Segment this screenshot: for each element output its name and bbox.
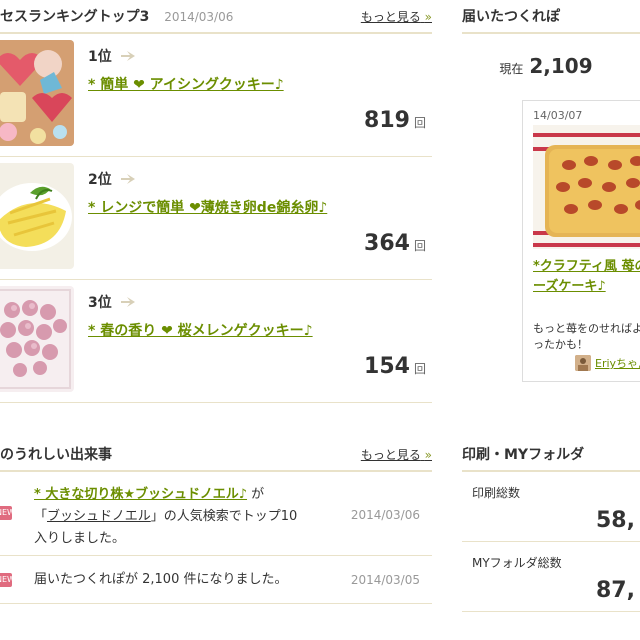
access-count-value-1: 819	[364, 108, 410, 133]
event-item-2: NEW 届いたつくれぽが 2,100 件になりました。 2014/03/05	[0, 556, 432, 604]
cookie-photo-thumbnail[interactable]	[0, 40, 74, 146]
event-text-rest: 」の人気検索でトップ10	[150, 509, 298, 524]
print-folder-title: 印刷・MYフォルダ	[462, 447, 585, 463]
access-count-value-3: 154	[364, 354, 410, 379]
tsukurepo-recipe-link[interactable]: *クラフティ風 苺のチーズケーキ♪	[533, 257, 640, 297]
event-item-1: NEW * 大きな切り株★ブッシュドノエル♪ が 「ブッシュドノエル」の人気検索…	[0, 472, 432, 556]
ranking-title: セスランキングトップ3 2014/03/06	[0, 6, 233, 26]
tsukurepo-header: 届いたつくれぽ	[462, 0, 640, 34]
pointing-hand-icon	[120, 297, 135, 307]
event-text-line3: 入りしました。	[34, 531, 126, 546]
tsukurepo-card[interactable]: 14/03/07 *クラフティ風 苺のチーズケーキ♪ もっと苺をのせればよかった…	[522, 100, 640, 382]
happy-events-section: のうれしい出来事 もっと見る » NEW * 大きな切り株★ブッシュドノエル♪ …	[0, 438, 432, 604]
rank-label-3: 3位	[88, 292, 136, 312]
event-quote-open: 「	[34, 509, 48, 524]
event-keyword-link[interactable]: ブッシュドノエル	[47, 509, 151, 524]
egg-photo-thumbnail[interactable]	[0, 163, 74, 269]
event-recipe-link[interactable]: * 大きな切り株★ブッシュドノエル♪	[34, 487, 247, 502]
print-stat: 印刷総数 58,	[462, 472, 640, 542]
meringue-photo-thumbnail[interactable]	[0, 286, 74, 392]
events-header: のうれしい出来事 もっと見る »	[0, 438, 432, 472]
event-date-1: 2014/03/06	[350, 508, 420, 522]
events-title: のうれしい出来事	[0, 447, 112, 463]
print-total-label: 印刷総数	[472, 486, 521, 500]
ranking-more-link[interactable]: もっと見る »	[361, 8, 432, 25]
folder-total-label: MYフォルダ総数	[472, 556, 562, 570]
avatar[interactable]	[575, 355, 591, 371]
chevron-right-icon: »	[424, 9, 432, 24]
tsukurepo-user-name[interactable]: Eriyちゃん	[595, 355, 640, 371]
rank-label-1: 1位	[88, 46, 136, 66]
cheesecake-photo[interactable]	[533, 125, 640, 249]
access-ranking-section: セスランキングトップ3 2014/03/06 もっと見る » 1位 * 簡単 ❤…	[0, 0, 432, 403]
event-text-2: 届いたつくれぽが 2,100 件になりました。	[34, 572, 288, 587]
print-total-value: 58,	[596, 508, 635, 533]
print-folder-header: 印刷・MYフォルダ	[462, 438, 640, 472]
ranking-date: 2014/03/06	[164, 10, 234, 24]
tsukurepo-current: 現在 2,109	[462, 54, 640, 78]
recipe-link-3[interactable]: * 春の香り ❤ 桜メレンゲクッキー♪	[88, 320, 313, 340]
new-badge: NEW	[0, 506, 15, 520]
tsukurepo-user[interactable]: Eriyちゃん	[575, 355, 640, 371]
recipe-link-1[interactable]: * 簡単 ❤ アイシングクッキー♪	[88, 74, 284, 94]
print-folder-section: 印刷・MYフォルダ 印刷総数 58, MYフォルダ総数 87,	[462, 438, 640, 612]
rank-number-1: 1位	[88, 49, 112, 65]
access-count-3: 154 回	[364, 354, 426, 379]
event-text-1: * 大きな切り株★ブッシュドノエル♪ が 「ブッシュドノエル」の人気検索でトップ…	[34, 484, 297, 550]
rank-number-3: 3位	[88, 295, 112, 311]
ranking-item-3: 3位 * 春の香り ❤ 桜メレンゲクッキー♪ 154 回	[0, 280, 432, 403]
folder-total-value: 87,	[596, 578, 635, 603]
pointing-hand-icon	[120, 51, 135, 61]
access-count-value-2: 364	[364, 231, 410, 256]
pointing-hand-icon	[120, 174, 135, 184]
access-count-unit-1: 回	[413, 116, 426, 130]
access-count-2: 364 回	[364, 231, 426, 256]
access-count-unit-2: 回	[413, 239, 426, 253]
event-text-suffix: が	[247, 487, 265, 502]
tsukurepo-comment: もっと苺をのせればよかったかも！	[533, 322, 640, 351]
ranking-item-1: 1位 * 簡単 ❤ アイシングクッキー♪ 819 回	[0, 34, 432, 157]
event-date-2: 2014/03/05	[350, 573, 420, 587]
ranking-more-label[interactable]: もっと見る	[361, 10, 421, 24]
new-badge: NEW	[0, 573, 15, 587]
ranking-title-text: セスランキングトップ3	[0, 9, 150, 25]
tsukurepo-title: 届いたつくれぽ	[462, 9, 560, 25]
ranking-header: セスランキングトップ3 2014/03/06 もっと見る »	[0, 0, 432, 34]
access-count-1: 819 回	[364, 108, 426, 133]
events-more-link[interactable]: もっと見る »	[361, 446, 432, 463]
ranking-item-2: 2位 * レンジで簡単 ❤薄焼き卵de錦糸卵♪ 364 回	[0, 157, 432, 280]
current-label: 現在	[499, 62, 524, 76]
rank-label-2: 2位	[88, 169, 136, 189]
tsukurepo-date: 14/03/07	[533, 109, 583, 122]
access-count-unit-3: 回	[413, 362, 426, 376]
recipe-link-2[interactable]: * レンジで簡単 ❤薄焼き卵de錦糸卵♪	[88, 197, 327, 217]
chevron-right-icon: »	[424, 447, 432, 462]
tsukurepo-section: 届いたつくれぽ 現在 2,109 14/03/07 *クラフティ風 苺 ーズケー…	[462, 0, 640, 612]
rank-number-2: 2位	[88, 172, 112, 188]
events-more-label[interactable]: もっと見る	[361, 448, 421, 462]
folder-stat: MYフォルダ総数 87,	[462, 542, 640, 612]
current-value: 2,109	[529, 54, 593, 78]
